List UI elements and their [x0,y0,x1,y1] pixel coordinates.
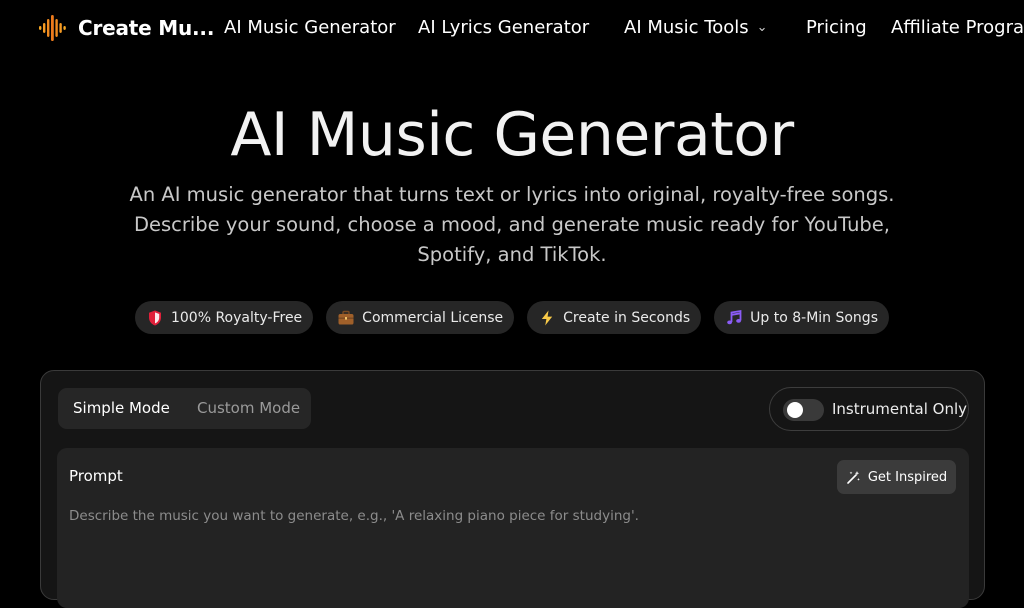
prompt-input[interactable] [69,508,949,588]
badge-label: Commercial License [362,309,504,326]
brand-link[interactable]: Create Mu... [38,14,214,42]
badge-label: 100% Royalty-Free [170,309,303,326]
instrumental-switch[interactable] [783,399,824,421]
top-navigation: Create Mu... AI Music Generator AI Lyric… [0,0,1024,58]
instrumental-only-label: Instrumental Only [832,400,968,418]
prompt-section: Prompt Get Inspired [57,448,969,608]
badge-royalty-free: 100% Royalty-Free [134,301,314,334]
badge-create-in-seconds: Create in Seconds [527,301,702,334]
nav-link-affiliate-program[interactable]: Affiliate Progra [891,17,1024,38]
lightning-icon [541,310,553,325]
nav-link-ai-music-generator[interactable]: AI Music Generator [224,17,396,38]
badge-label: Up to 8-Min Songs [750,309,878,326]
chevron-down-icon: ⌄ [756,20,768,35]
badge-commercial-license: Commercial License [326,301,515,334]
custom-mode-tab[interactable]: Custom Mode [197,388,300,429]
generator-panel: Simple Mode Custom Mode Instrumental Onl… [40,370,985,608]
prompt-label: Prompt [69,467,123,485]
simple-mode-tab[interactable]: Simple Mode [73,388,170,429]
nav-dropdown-label: AI Music Tools [624,17,749,38]
get-inspired-button[interactable]: Get Inspired [837,460,956,494]
mode-toggle: Simple Mode Custom Mode [58,388,311,429]
hero-description: An AI music generator that turns text or… [129,183,895,266]
instrumental-only-toggle[interactable]: Instrumental Only [769,387,969,431]
logo-icon [39,15,66,41]
nav-link-pricing[interactable]: Pricing [806,17,867,38]
music-note-icon [727,309,742,324]
nav-link-ai-lyrics-generator[interactable]: AI Lyrics Generator [418,17,589,38]
magic-wand-icon [847,470,860,484]
switch-knob [787,402,803,418]
page-title: AI Music Generator [230,100,794,170]
feature-badges: 100% Royalty-Free Commercial License Cre… [0,301,1024,334]
briefcase-icon [338,310,354,324]
badge-label: Create in Seconds [563,309,691,326]
nav-dropdown-ai-music-tools[interactable]: AI Music Tools ⌄ [624,17,768,38]
get-inspired-label: Get Inspired [867,469,948,485]
brand-name: Create Mu... [78,16,215,40]
shield-icon [148,310,161,325]
badge-up-to-8-min-songs: Up to 8-Min Songs [714,301,889,334]
